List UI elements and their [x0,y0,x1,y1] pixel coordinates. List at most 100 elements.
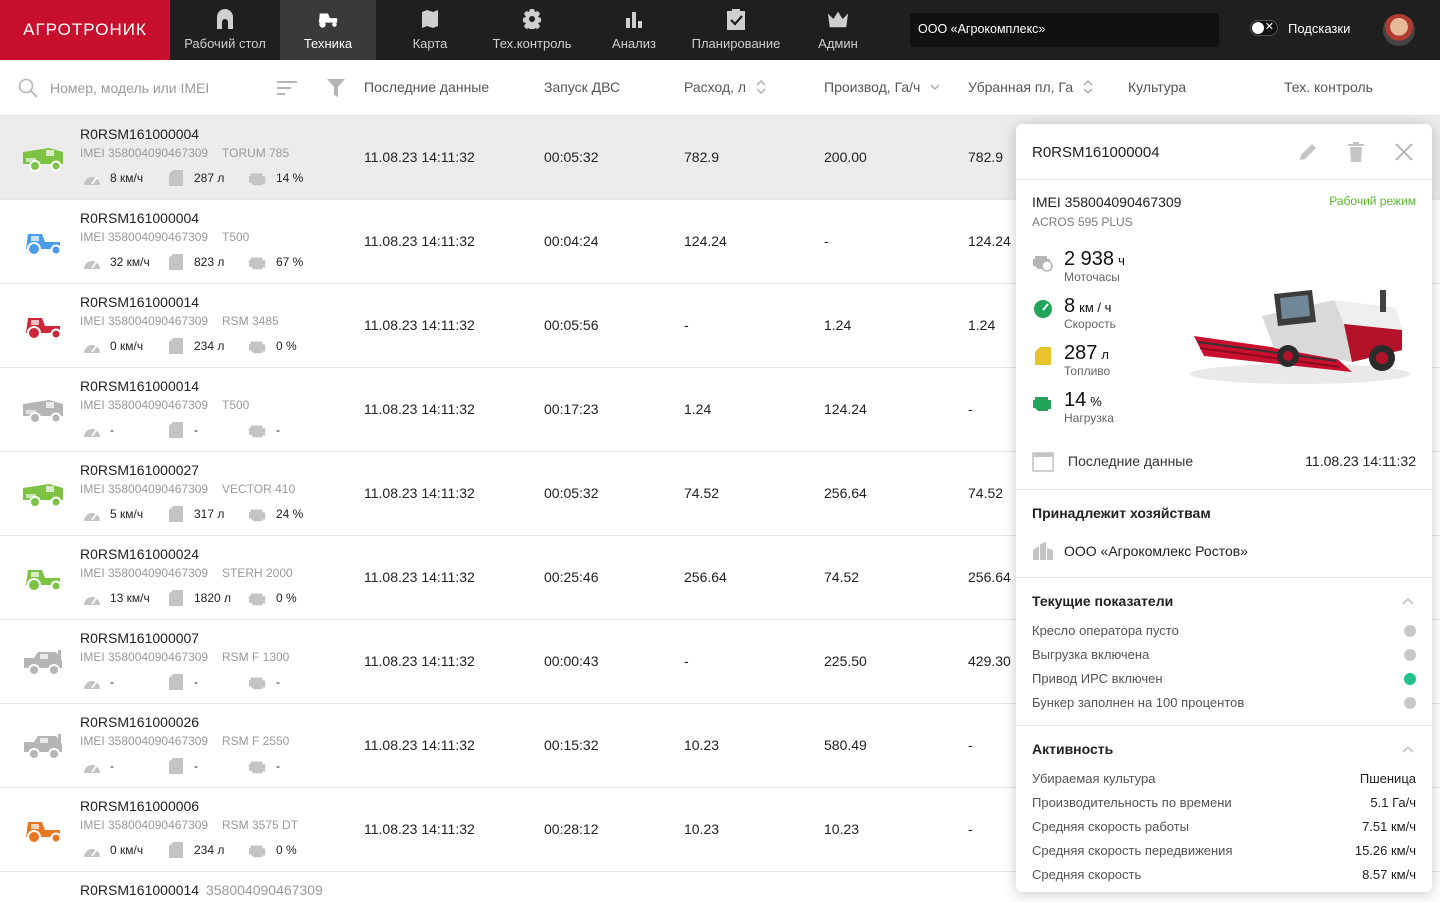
speedometer-icon [82,254,102,270]
engine-hours-icon [1032,252,1054,272]
metric-unit: ч [1118,253,1125,268]
vehicle-details-panel: R0RSM161000004 IMEI 358004090467309 ACRO… [1016,124,1432,892]
speed-value: 0 км/ч [110,339,144,353]
divider [1016,725,1432,726]
vehicle-model: VECTOR 410 [222,482,296,496]
indicators-title: Текущие показатели [1032,593,1174,609]
cell-consumption: 782.9 [684,149,720,165]
speedometer-icon [1032,299,1054,319]
cell-consumption: - [684,653,689,669]
column-header-label: Тех. контроль [1284,79,1373,95]
metric-1: 8 км / ч Скорость [1032,295,1116,331]
nav-item-2[interactable]: Карта [376,0,484,60]
nav-item-0[interactable]: Рабочий стол [170,0,280,60]
column-header-tech-control[interactable]: Тех. контроль [1284,79,1373,95]
speed-stat: - [82,758,114,774]
speedometer-icon [82,842,102,858]
hints-toggle[interactable]: ✕ [1250,20,1278,36]
speed-stat: 13 км/ч [82,590,150,606]
nav-item-label: Админ [818,36,858,51]
cell-harvested-area: - [968,737,973,753]
activity-label: Убираемая культура [1032,771,1156,786]
edit-button[interactable] [1297,141,1319,163]
panel-title: R0RSM161000004 [1032,144,1160,161]
chevron-down-icon [930,84,940,90]
load-stat: 0 % [248,590,297,606]
activity-label: Производительность по времени [1032,795,1232,810]
organization-selector[interactable]: ООО «Агрокомплекс» [910,13,1219,47]
avatar[interactable] [1383,14,1415,46]
vehicle-imei: IMEI 358004090467309 [80,734,209,748]
column-header-crop[interactable]: Культура [1128,79,1186,95]
last-data-row: Последние данные 11.08.23 14:11:32 [1032,450,1416,472]
toggle-knob [1252,22,1264,34]
fuel-value: 287 л [194,171,225,185]
vehicle-imei: IMEI 358004090467309 [80,650,209,664]
vehicle-number: R0RSM161000024 [80,546,200,562]
filter-icon[interactable] [327,78,345,98]
column-header-last-data[interactable]: Последние данные [364,79,489,95]
vehicle-imei: IMEI 358004090467309 [80,398,209,412]
cell-consumption: 10.23 [684,821,720,837]
gear-icon [521,8,543,30]
hints-control[interactable]: ✕ Подсказки [1250,20,1350,36]
fuel-value: 234 л [194,843,225,857]
sort-lines-icon[interactable] [277,80,297,96]
fuel-stat: 234 л [166,842,224,858]
main-nav: Рабочий стол Техника Карта Тех.контроль … [170,0,892,60]
load-stat: 14 % [248,170,303,186]
cell-engine-start: 00:00:43 [544,653,599,669]
column-header-consumption[interactable]: Расход, л [684,79,766,95]
cell-harvested-area: - [968,821,973,837]
logo[interactable]: АГРОТРОНИК [0,0,170,60]
cell-engine-start: 00:04:24 [544,233,599,249]
indicator-row: Бункер заполнен на 100 процентов [1032,695,1416,710]
nav-item-3[interactable]: Тех.контроль [484,0,580,60]
cell-last-data: 11.08.23 14:11:32 [364,569,475,585]
activity-row: Средняя скорость 8.57 км/ч [1032,867,1416,882]
vehicle-model: RSM 3485 [222,314,279,328]
chevron-up-icon[interactable] [1402,745,1414,753]
activity-value: 5.1 Га/ч [1370,795,1416,810]
cell-engine-start: 00:25:46 [544,569,599,585]
close-button[interactable] [1393,141,1415,163]
farm-item[interactable]: ООО «Агрокомлекс Ростов» [1032,542,1248,560]
table-header: Последние данные Запуск ДВС Расход, л Пр… [0,60,1440,116]
vehicle-number: R0RSM161000006 [80,798,200,814]
engine-icon [248,842,268,858]
nav-item-6[interactable]: Админ [784,0,892,60]
fuel-icon [166,842,186,858]
load-stat: 67 % [248,254,303,270]
speed-value: 5 км/ч [110,507,144,521]
activity-title: Активность [1032,741,1114,757]
fuel-stat: 317 л [166,506,224,522]
cell-last-data: 11.08.23 14:11:32 [364,485,475,501]
nav-item-4[interactable]: Анализ [580,0,688,60]
search-input[interactable] [50,77,260,99]
nav-item-1[interactable]: Техника [280,0,376,60]
chevron-up-icon[interactable] [1402,597,1414,605]
speed-value: 13 км/ч [110,591,150,605]
cell-productivity: 256.64 [824,485,867,501]
fuel-icon [1032,346,1054,366]
cell-engine-start: 00:28:12 [544,821,599,837]
tractor-icon [22,312,66,340]
column-header-engine-start[interactable]: Запуск ДВС [544,79,620,95]
divider [1016,577,1432,578]
cell-harvested-area: 124.24 [968,233,1011,249]
load-value: - [276,675,280,689]
fuel-icon [166,674,186,690]
metric-unit: км / ч [1079,300,1112,315]
vehicle-model: RSM F 1300 [222,650,290,664]
indicator-row: Кресло оператора пусто [1032,623,1416,638]
column-header-harvested-area[interactable]: Убранная пл, Га [968,79,1093,95]
cell-last-data: 11.08.23 14:11:32 [364,149,475,165]
column-header-productivity[interactable]: Производ, Га/ч [824,79,940,95]
sort-updown-icon [1083,80,1093,94]
vehicle-number: R0RSM161000014 [80,294,200,310]
vehicle-number: R0RSM161000014 [80,882,200,898]
activity-row: Производительность по времени 5.1 Га/ч [1032,795,1416,810]
delete-button[interactable] [1345,141,1367,163]
nav-item-5[interactable]: Планирование [688,0,784,60]
metric-label: Топливо [1064,364,1111,378]
